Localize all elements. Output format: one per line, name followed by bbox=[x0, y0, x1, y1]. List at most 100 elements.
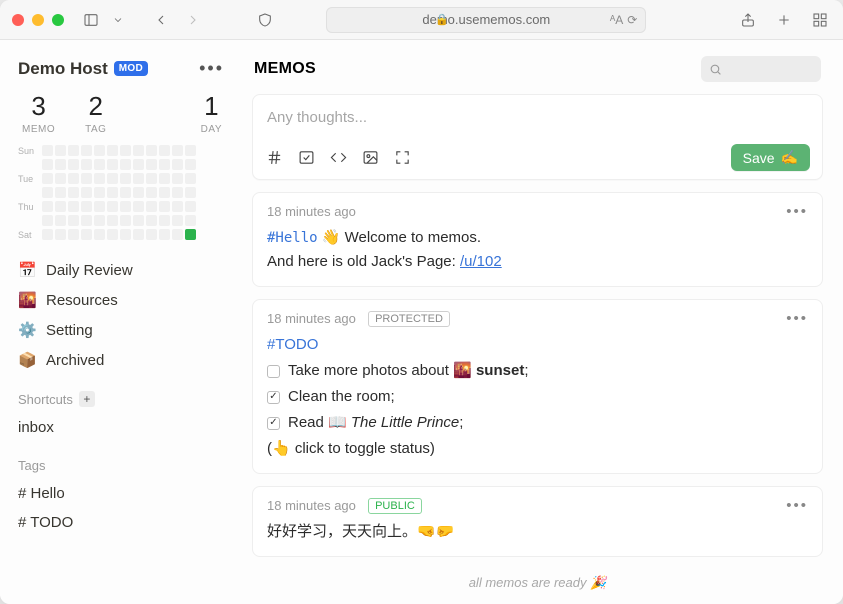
page-title: MEMOS bbox=[254, 60, 316, 78]
sidebar-toggle-icon[interactable] bbox=[80, 10, 102, 30]
todo-italic: The Little Prince bbox=[351, 414, 459, 431]
checkbox-unchecked-icon[interactable] bbox=[267, 365, 280, 378]
memo-tag-link[interactable]: #Hello bbox=[267, 230, 318, 246]
host-name[interactable]: Demo Host MOD bbox=[18, 59, 148, 79]
memo-more-button[interactable]: ••• bbox=[786, 497, 808, 514]
memo-hint: (👆 click to toggle status) bbox=[267, 437, 808, 461]
visibility-badge-public: PUBLIC bbox=[368, 498, 422, 514]
nav-archived[interactable]: 📦 Archived bbox=[18, 351, 228, 369]
save-button-label: Save bbox=[743, 150, 775, 166]
stat-day-value: 1 bbox=[201, 91, 222, 122]
minimize-window-button[interactable] bbox=[32, 14, 44, 26]
gear-icon: ⚙️ bbox=[18, 321, 36, 339]
todo-text: Take more photos about bbox=[288, 362, 453, 379]
nav-back-button[interactable] bbox=[150, 10, 172, 30]
memo-inline-link[interactable]: /u/102 bbox=[460, 253, 502, 270]
wave-icon: 👋 bbox=[322, 229, 341, 246]
shortcuts-section: Shortcuts + bbox=[18, 391, 228, 407]
sidebar-more-button[interactable]: ••• bbox=[195, 58, 228, 79]
reader-icon[interactable]: ᴬA bbox=[610, 13, 623, 27]
todo-item[interactable]: Clean the room; bbox=[267, 385, 808, 409]
code-icon[interactable] bbox=[329, 149, 347, 167]
stats-row: 3 MEMO 2 TAG 1 DAY bbox=[18, 91, 228, 135]
heat-lbl-sun: Sun bbox=[18, 146, 40, 156]
stat-day-label: DAY bbox=[201, 124, 222, 135]
sunset-icon: 🌇 bbox=[18, 291, 36, 309]
activity-heatmap[interactable]: Sun Tue Thu Sat bbox=[18, 145, 228, 243]
sidebar-dropdown-icon[interactable] bbox=[112, 10, 124, 30]
shortcut-inbox[interactable]: inbox bbox=[18, 419, 228, 436]
address-bar[interactable]: 🔒 demo.usememos.com ᴬA ⟳ bbox=[326, 7, 646, 33]
close-window-button[interactable] bbox=[12, 14, 24, 26]
nav-setting-label: Setting bbox=[46, 322, 93, 339]
book-icon: 📖 bbox=[328, 414, 347, 431]
memo-card: 18 minutes ago PROTECTED ••• #TODO Take … bbox=[252, 299, 823, 474]
checklist-icon[interactable] bbox=[297, 149, 315, 167]
memo-timestamp: 18 minutes ago bbox=[267, 311, 356, 326]
memo-composer: Any thoughts... Save ✍️ bbox=[252, 94, 823, 180]
heat-lbl-sat: Sat bbox=[18, 230, 40, 240]
maximize-window-button[interactable] bbox=[52, 14, 64, 26]
search-icon bbox=[709, 63, 722, 76]
checkbox-checked-icon[interactable] bbox=[267, 417, 280, 430]
composer-textarea[interactable]: Any thoughts... bbox=[265, 105, 810, 144]
mod-badge: MOD bbox=[114, 61, 148, 76]
todo-suffix: ; bbox=[459, 414, 463, 431]
nav-daily-review[interactable]: 📅 Daily Review bbox=[18, 261, 228, 279]
stat-memo-value: 3 bbox=[22, 91, 55, 122]
memo-tag-link[interactable]: #TODO bbox=[267, 336, 318, 353]
memo-more-button[interactable]: ••• bbox=[786, 203, 808, 220]
todo-item[interactable]: Take more photos about 🌇 sunset; bbox=[267, 359, 808, 383]
stat-memo[interactable]: 3 MEMO bbox=[22, 91, 55, 135]
nav-forward-button[interactable] bbox=[182, 10, 204, 30]
memo-text: 好好学习，天天向上。🤜🤛 bbox=[267, 520, 808, 544]
shield-icon[interactable] bbox=[254, 10, 276, 30]
memo-text: And here is old Jack's Page: bbox=[267, 253, 460, 270]
stat-day[interactable]: 1 DAY bbox=[201, 91, 222, 135]
app-body: Demo Host MOD ••• 3 MEMO 2 TAG 1 DAY bbox=[0, 40, 843, 604]
stat-tag-value: 2 bbox=[85, 91, 106, 122]
sunset-icon: 🌇 bbox=[453, 362, 472, 379]
tab-grid-icon[interactable] bbox=[809, 10, 831, 30]
memo-timestamp: 18 minutes ago bbox=[267, 498, 356, 513]
visibility-badge-protected: PROTECTED bbox=[368, 311, 450, 327]
tags-section: Tags bbox=[18, 458, 228, 473]
sidebar: Demo Host MOD ••• 3 MEMO 2 TAG 1 DAY bbox=[0, 40, 242, 604]
lock-icon: 🔒 bbox=[435, 13, 449, 26]
heat-lbl-thu: Thu bbox=[18, 202, 40, 212]
memo-more-button[interactable]: ••• bbox=[786, 310, 808, 327]
shortcuts-label: Shortcuts bbox=[18, 392, 73, 407]
tag-hello[interactable]: # Hello bbox=[18, 485, 228, 502]
new-tab-icon[interactable] bbox=[773, 10, 795, 30]
stat-tag[interactable]: 2 TAG bbox=[85, 91, 106, 135]
archive-icon: 📦 bbox=[18, 351, 36, 369]
memo-card: 18 minutes ago PUBLIC ••• 好好学习，天天向上。🤜🤛 bbox=[252, 486, 823, 557]
share-icon[interactable] bbox=[737, 10, 759, 30]
heat-lbl-tue: Tue bbox=[18, 174, 40, 184]
add-shortcut-button[interactable]: + bbox=[79, 391, 95, 407]
nav-resources[interactable]: 🌇 Resources bbox=[18, 291, 228, 309]
nav-setting[interactable]: ⚙️ Setting bbox=[18, 321, 228, 339]
todo-item[interactable]: Read 📖 The Little Prince; bbox=[267, 411, 808, 435]
todo-suffix: ; bbox=[524, 362, 528, 379]
main-column: MEMOS Any thoughts... bbox=[242, 40, 843, 604]
heatmap-active-cell[interactable] bbox=[185, 229, 196, 240]
search-input[interactable] bbox=[701, 56, 821, 82]
reload-icon[interactable]: ⟳ bbox=[627, 13, 637, 27]
app-window: 🔒 demo.usememos.com ᴬA ⟳ Demo Ho bbox=[0, 0, 843, 604]
image-icon[interactable] bbox=[361, 149, 379, 167]
todo-bold: sunset bbox=[476, 362, 524, 379]
fullscreen-icon[interactable] bbox=[393, 149, 411, 167]
tag-todo[interactable]: # TODO bbox=[18, 514, 228, 531]
reload-controls[interactable]: ᴬA ⟳ bbox=[610, 13, 638, 27]
save-button[interactable]: Save ✍️ bbox=[731, 144, 810, 171]
sidebar-nav: 📅 Daily Review 🌇 Resources ⚙️ Setting 📦 … bbox=[18, 261, 228, 369]
checkbox-checked-icon[interactable] bbox=[267, 391, 280, 404]
host-name-text: Demo Host bbox=[18, 59, 108, 79]
stat-memo-label: MEMO bbox=[22, 124, 55, 135]
hashtag-icon[interactable] bbox=[265, 149, 283, 167]
browser-titlebar: 🔒 demo.usememos.com ᴬA ⟳ bbox=[0, 0, 843, 40]
memo-card: 18 minutes ago ••• #Hello 👋 Welcome to m… bbox=[252, 192, 823, 287]
stat-tag-label: TAG bbox=[85, 124, 106, 135]
todo-text: Clean the room; bbox=[288, 385, 395, 409]
